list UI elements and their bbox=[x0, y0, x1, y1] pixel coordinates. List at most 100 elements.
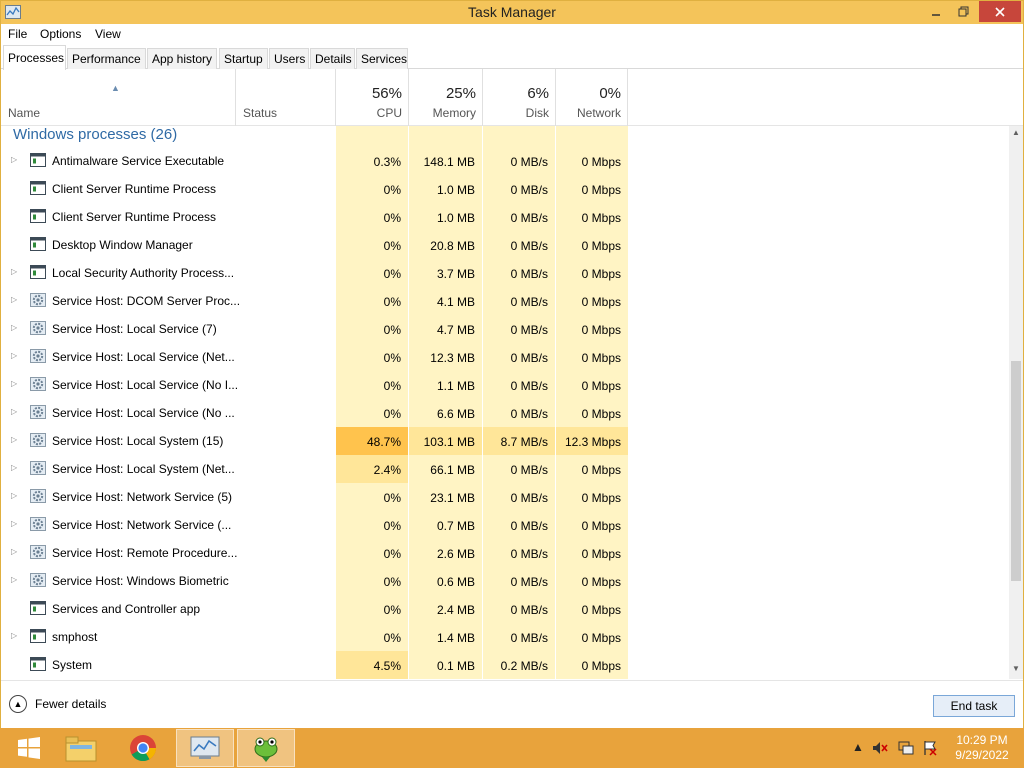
taskbar-chrome[interactable] bbox=[114, 729, 172, 767]
expand-arrow-icon[interactable]: ▷ bbox=[11, 295, 17, 304]
table-row[interactable]: ▷ Service Host: Windows Biometric 0% 0.6 MB… bbox=[1, 567, 1009, 595]
expand-arrow-icon[interactable]: ▷ bbox=[11, 491, 17, 500]
tab-strip: Processes Performance App history Startu… bbox=[1, 45, 1023, 70]
window-app-icon bbox=[30, 657, 46, 671]
task-manager-window: Task Manager File Options View Processes… bbox=[0, 0, 1024, 728]
table-row[interactable]: ▷ Service Host: Network Service (... 0% 0.7… bbox=[1, 511, 1009, 539]
fewer-details-button[interactable]: ▲ Fewer details bbox=[9, 695, 106, 713]
table-row[interactable]: ▷ Service Host: Local Service (Net... 0% 12… bbox=[1, 343, 1009, 371]
expand-arrow-icon[interactable]: ▷ bbox=[11, 323, 17, 332]
table-row[interactable]: Desktop Window Manager 0% 20.8 MB 0 MB/s 0 M… bbox=[1, 231, 1009, 259]
action-center-flag-icon[interactable] bbox=[922, 740, 938, 756]
table-row[interactable]: ▷ Service Host: Remote Procedure... 0% 2.6 … bbox=[1, 539, 1009, 567]
window-app-icon bbox=[30, 629, 46, 643]
menu-file[interactable]: File bbox=[8, 27, 27, 41]
table-row[interactable]: Services and Controller app 0% 2.4 MB 0 MB/… bbox=[1, 595, 1009, 623]
title-bar[interactable]: Task Manager bbox=[1, 1, 1023, 24]
close-button[interactable] bbox=[979, 1, 1021, 22]
process-network: 0 Mbps bbox=[581, 631, 621, 645]
tab-performance[interactable]: Performance bbox=[67, 48, 146, 69]
process-name: Desktop Window Manager bbox=[52, 238, 193, 252]
process-name: Antimalware Service Executable bbox=[52, 154, 225, 168]
start-button[interactable] bbox=[0, 729, 58, 767]
taskbar-file-explorer[interactable] bbox=[52, 729, 110, 767]
close-icon bbox=[995, 6, 1005, 17]
taskbar-clock[interactable]: 10:29 PM 9/29/2022 bbox=[950, 733, 1014, 763]
process-memory: 148.1 MB bbox=[423, 155, 475, 169]
table-row[interactable]: ▷ smphost 0% 1.4 MB 0 MB/s 0 Mbps bbox=[1, 623, 1009, 651]
process-cpu: 0% bbox=[383, 183, 401, 197]
table-row[interactable]: ▷ Service Host: Local System (15) 48.7% 103… bbox=[1, 427, 1009, 455]
menu-options[interactable]: Options bbox=[40, 27, 81, 41]
expand-arrow-icon[interactable]: ▷ bbox=[11, 575, 17, 584]
menu-view[interactable]: View bbox=[95, 27, 121, 41]
chrome-icon bbox=[130, 735, 157, 762]
column-cpu[interactable]: 56% CPU bbox=[336, 69, 409, 126]
memory-total: 25% bbox=[445, 85, 476, 102]
table-row[interactable]: ▷ Service Host: Local Service (No ... 0% 6.… bbox=[1, 399, 1009, 427]
process-memory: 12.3 MB bbox=[430, 351, 475, 365]
expand-arrow-icon[interactable]: ▷ bbox=[11, 519, 17, 528]
table-row[interactable]: ▷ Service Host: Local Service (7) 0% 4.7 MB… bbox=[1, 315, 1009, 343]
tab-details[interactable]: Details bbox=[310, 48, 355, 69]
table-row[interactable]: ▷ Service Host: Network Service (5) 0% 23.1… bbox=[1, 483, 1009, 511]
clock-date: 9/29/2022 bbox=[955, 748, 1009, 762]
scroll-up-icon[interactable]: ▲ bbox=[1012, 128, 1020, 137]
process-network: 0 Mbps bbox=[581, 267, 621, 281]
expand-arrow-icon[interactable]: ▷ bbox=[11, 155, 17, 164]
column-network[interactable]: 0% Network bbox=[556, 69, 628, 126]
volume-muted-icon[interactable] bbox=[872, 740, 888, 756]
show-hidden-icons-icon[interactable]: ▲ bbox=[852, 740, 864, 754]
process-memory: 23.1 MB bbox=[430, 491, 475, 505]
process-cpu: 4.5% bbox=[336, 651, 408, 679]
process-memory: 3.7 MB bbox=[436, 267, 475, 281]
expand-arrow-icon[interactable]: ▷ bbox=[11, 267, 17, 276]
table-row[interactable]: Client Server Runtime Process 0% 1.0 MB 0 M… bbox=[1, 175, 1009, 203]
table-row[interactable]: ▷ Antimalware Service Executable 0.3% 148.1… bbox=[1, 147, 1009, 175]
column-name[interactable]: ▲ Name bbox=[1, 69, 236, 126]
table-row[interactable]: Client Server Runtime Process 0% 1.0 MB 0 M… bbox=[1, 203, 1009, 231]
tab-users[interactable]: Users bbox=[269, 48, 309, 69]
expand-arrow-icon[interactable]: ▷ bbox=[11, 547, 17, 556]
expand-arrow-icon[interactable]: ▷ bbox=[11, 631, 17, 640]
table-row[interactable]: ▷ Service Host: Local System (Net... 2.4% 6… bbox=[1, 455, 1009, 483]
table-row[interactable]: System 4.5% 0.1 MB 0.2 MB/s 0 Mbps bbox=[1, 651, 1009, 679]
expand-arrow-icon[interactable]: ▷ bbox=[11, 407, 17, 416]
process-disk: 0 MB/s bbox=[510, 547, 548, 561]
end-task-button[interactable]: End task bbox=[933, 695, 1015, 717]
table-row[interactable]: ▷ Service Host: Local Service (No I... 0% 1… bbox=[1, 371, 1009, 399]
process-memory: 0.1 MB bbox=[436, 659, 475, 673]
scroll-down-icon[interactable]: ▼ bbox=[1012, 664, 1020, 673]
expand-arrow-icon[interactable]: ▷ bbox=[11, 463, 17, 472]
window-app-icon bbox=[30, 601, 46, 615]
expand-arrow-icon[interactable]: ▷ bbox=[11, 379, 17, 388]
column-status[interactable]: Status bbox=[236, 69, 336, 126]
expand-arrow-icon[interactable]: ▷ bbox=[11, 435, 17, 444]
process-network: 0 Mbps bbox=[581, 603, 621, 617]
column-memory[interactable]: 25% Memory bbox=[409, 69, 483, 126]
table-row[interactable]: ▷ Service Host: DCOM Server Proc... 0% 4.1 … bbox=[1, 287, 1009, 315]
tab-app-history[interactable]: App history bbox=[147, 48, 217, 69]
tab-services[interactable]: Services bbox=[356, 48, 408, 69]
restore-button[interactable] bbox=[950, 1, 976, 22]
tab-startup[interactable]: Startup bbox=[219, 48, 268, 69]
process-memory: 4.1 MB bbox=[436, 295, 475, 309]
vertical-scrollbar[interactable]: ▲ ▼ bbox=[1009, 126, 1023, 679]
process-disk: 0.2 MB/s bbox=[500, 659, 548, 673]
taskbar-task-manager[interactable] bbox=[176, 729, 234, 767]
scroll-thumb[interactable] bbox=[1011, 361, 1021, 581]
minimize-button[interactable] bbox=[923, 1, 949, 22]
table-row[interactable]: ▷ Local Security Authority Process... 0% 3.… bbox=[1, 259, 1009, 287]
column-disk[interactable]: 6% Disk bbox=[483, 69, 556, 126]
taskbar-frog-app[interactable] bbox=[237, 729, 295, 767]
expand-arrow-icon[interactable]: ▷ bbox=[11, 351, 17, 360]
process-name: Client Server Runtime Process bbox=[52, 182, 217, 196]
process-network: 0 Mbps bbox=[581, 463, 621, 477]
process-network: 0 Mbps bbox=[581, 547, 621, 561]
process-cpu: 0% bbox=[383, 603, 401, 617]
process-name: smphost bbox=[52, 630, 98, 644]
tab-processes[interactable]: Processes bbox=[3, 45, 66, 70]
network-icon[interactable] bbox=[898, 740, 914, 756]
process-memory: 103.1 MB bbox=[409, 427, 482, 455]
group-header[interactable]: Windows processes (26) bbox=[13, 126, 177, 143]
